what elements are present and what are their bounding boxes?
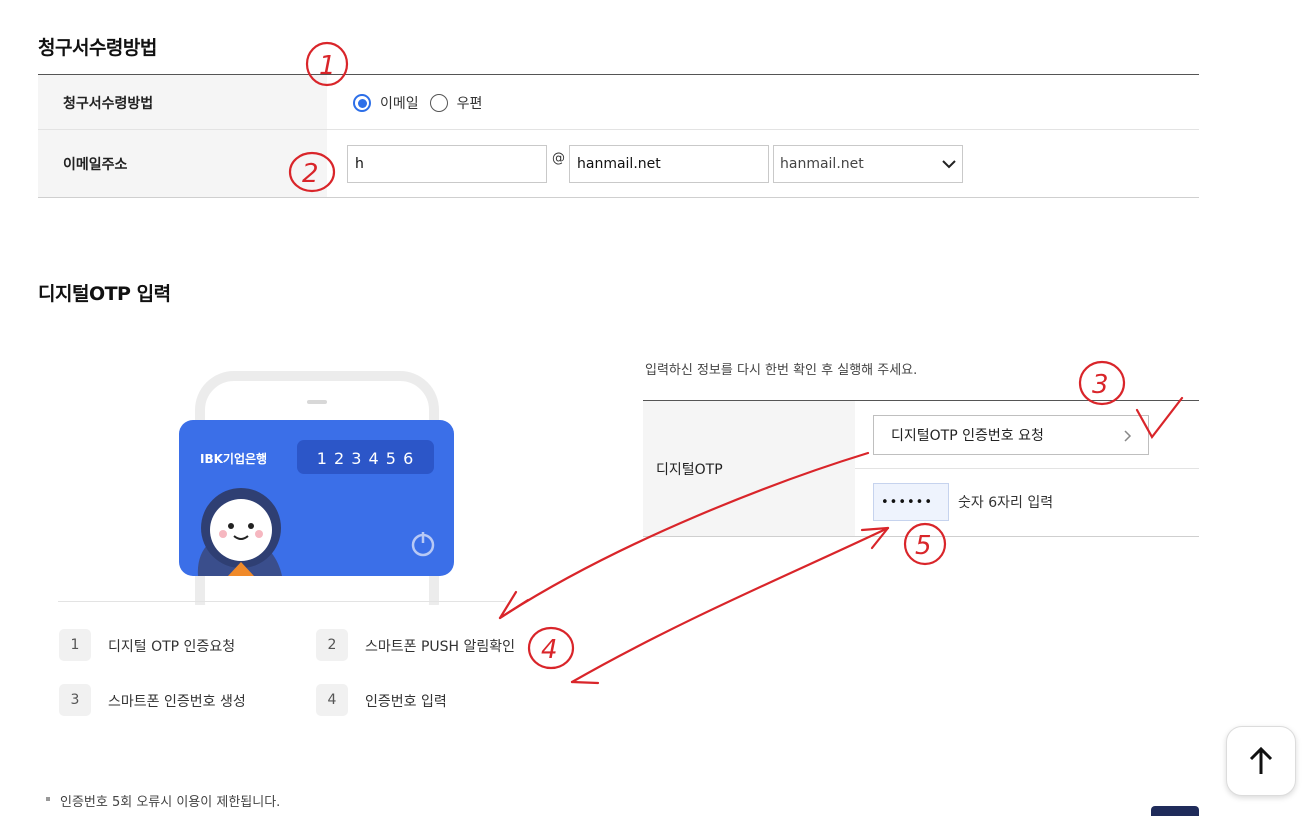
annotation-label-4: 4 bbox=[541, 635, 558, 665]
annotation-label-5: 5 bbox=[915, 531, 932, 561]
annotation-checkmark bbox=[1135, 396, 1184, 439]
annotation-overlay: 1 2 3 4 5 bbox=[288, 41, 1184, 685]
annotation-tail-b bbox=[570, 680, 600, 685]
annotation-label-3: 3 bbox=[1092, 370, 1109, 400]
annotation-label-2: 2 bbox=[302, 159, 319, 189]
annotation-arrow-a bbox=[498, 451, 870, 620]
annotation-arrowhead-a bbox=[498, 590, 530, 620]
annotation-label-1: 1 bbox=[319, 51, 336, 81]
